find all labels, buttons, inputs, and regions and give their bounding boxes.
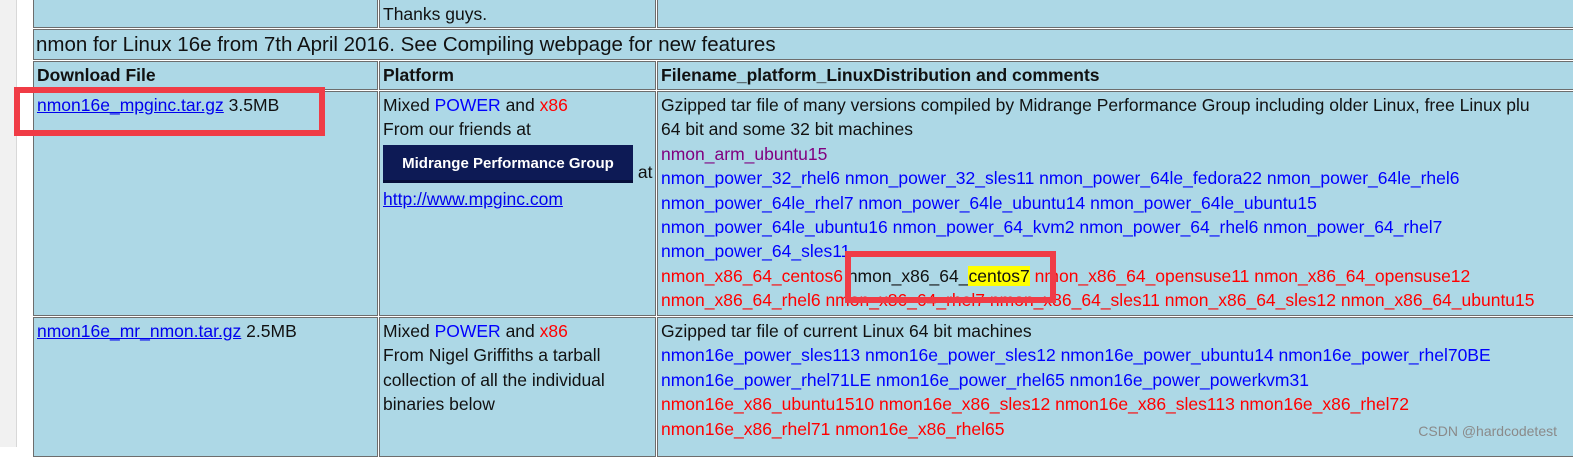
binary-link-power[interactable]: nmon16e_power_sles113 <box>661 345 860 365</box>
row1-description-line2: 64 bit and some 32 bit machines <box>661 119 913 140</box>
binary-link-x86[interactable]: nmon_x86_64_sles12 <box>1165 290 1336 310</box>
column-header-download-label: Download File <box>37 65 156 85</box>
binary-link-power[interactable]: nmon16e_power_rhel70BE <box>1279 345 1491 365</box>
binary-link-power[interactable]: nmon_power_64_rhel6 <box>1079 217 1258 237</box>
row1-filename-cell: Gzipped tar file of many versions compil… <box>657 91 1573 316</box>
section-heading-text: nmon for Linux 16e from 7th April 2016. … <box>36 33 776 56</box>
binary-link-x86[interactable]: nmon_x86_64_opensuse11 <box>1035 266 1250 286</box>
binary-link-arm[interactable]: nmon_arm_ubuntu15 <box>661 144 827 164</box>
binary-link-x86[interactable]: nmon_x86_64_centos6 <box>661 266 843 286</box>
binary-link-x86[interactable]: nmon16e_x86_rhel71 <box>661 419 830 439</box>
binary-link-power[interactable]: nmon_power_32_rhel6 <box>661 168 840 188</box>
column-header-platform-label: Platform <box>383 65 454 85</box>
binary-link-x86[interactable]: nmon16e_x86_sles12 <box>879 394 1050 414</box>
binary-link-power[interactable]: nmon_power_64le_rhel6 <box>1267 168 1460 188</box>
banner-at-text: at <box>637 161 653 182</box>
binary-link-power[interactable]: nmon16e_power_ubuntu14 <box>1061 345 1274 365</box>
platform-friends-text: From our friends at <box>383 119 531 140</box>
platform-mixed: Mixed <box>383 95 430 115</box>
column-header-filename: Filename_platform_LinuxDistribution and … <box>657 61 1573 90</box>
download-link-mpginc[interactable]: nmon16e_mpginc.tar.gz <box>37 95 224 115</box>
platform-x86: x86 <box>539 95 568 115</box>
platform-description-line: From Nigel Griffiths a tarball <box>383 345 601 366</box>
top-row-platform-cell: Thanks guys. <box>379 0 656 28</box>
top-row-download-cell <box>33 0 378 28</box>
mpginc-site-link[interactable]: http://www.mpginc.com <box>383 189 563 209</box>
row1-platform-cell: Mixed POWER and x86 From our friends at … <box>379 91 656 316</box>
column-header-platform: Platform <box>379 61 656 90</box>
binary-link-power[interactable]: nmon16e_power_rhel71LE <box>661 370 871 390</box>
binary-link-power[interactable]: nmon16e_power_powerkvm31 <box>1070 370 1309 390</box>
binary-link-x86[interactable]: nmon_x86_64_sles11 <box>990 290 1160 310</box>
platform-and: and <box>505 321 535 341</box>
centos7-link-prefix: nmon_x86_64_ <box>847 265 969 286</box>
binary-link-x86[interactable]: nmon_x86_64_ubuntu15 <box>1341 290 1535 310</box>
binary-link-x86[interactable]: nmon16e_x86_ubuntu1510 <box>661 394 874 414</box>
mpg-logo-banner: Midrange Performance Group <box>383 144 633 183</box>
binary-link-power[interactable]: nmon_power_64le_ubuntu15 <box>1090 193 1317 213</box>
left-gutter <box>0 0 17 447</box>
watermark: CSDN @hardcodetest <box>1418 423 1557 439</box>
binary-link-power[interactable]: nmon_power_64le_fedora22 <box>1039 168 1262 188</box>
platform-mixed: Mixed <box>383 321 430 341</box>
binary-link-power[interactable]: nmon_power_32_sles11 <box>845 168 1034 188</box>
platform-description-line: collection of all the individual <box>383 369 605 390</box>
binary-link-x86[interactable]: nmon_x86_64_rhel7 <box>825 290 985 310</box>
binary-link-power[interactable]: nmon_power_64_rhel7 <box>1263 217 1442 237</box>
binary-link-x86[interactable]: nmon16e_x86_rhel65 <box>835 419 1004 439</box>
column-header-filename-label: Filename_platform_LinuxDistribution and … <box>661 65 1100 85</box>
top-row-filename-cell <box>657 0 1573 28</box>
binary-link-x86[interactable]: nmon16e_x86_sles113 <box>1055 394 1235 414</box>
platform-and: and <box>505 95 535 115</box>
platform-power: POWER <box>434 321 501 341</box>
download-link-mr-nmon[interactable]: nmon16e_mr_nmon.tar.gz <box>37 321 241 341</box>
binary-link-power[interactable]: nmon_power_64le_ubuntu14 <box>859 193 1086 213</box>
binary-link-power[interactable]: nmon_power_64_kvm2 <box>893 217 1075 237</box>
binary-link-x86-centos7[interactable]: nmon_x86_64_centos7 <box>847 265 1030 286</box>
row2-description-line1: Gzipped tar file of current Linux 64 bit… <box>661 321 1032 341</box>
binary-link-x86[interactable]: nmon16e_x86_rhel72 <box>1240 394 1409 414</box>
binary-link-x86[interactable]: nmon_x86_64_rhel6 <box>661 290 821 310</box>
binary-link-power[interactable]: nmon_power_64le_ubuntu16 <box>661 217 888 237</box>
top-row-platform-text: Thanks guys. <box>383 4 488 24</box>
platform-x86: x86 <box>539 321 568 341</box>
file-size: 3.5MB <box>228 95 280 115</box>
binary-link-power[interactable]: nmon16e_power_sles12 <box>865 345 1056 365</box>
binary-link-power[interactable]: nmon_power_64le_rhel7 <box>661 193 854 213</box>
platform-description-line: binaries below <box>383 394 495 415</box>
binary-link-power[interactable]: nmon_power_64_sles11 <box>661 241 850 261</box>
section-heading: nmon for Linux 16e from 7th April 2016. … <box>33 29 1573 60</box>
file-size: 2.5MB <box>246 321 297 341</box>
row2-platform-cell: Mixed POWER and x86 From Nigel Griffiths… <box>379 317 656 457</box>
row2-download-cell: nmon16e_mr_nmon.tar.gz 2.5MB <box>33 317 378 457</box>
platform-power: POWER <box>434 95 501 115</box>
column-header-download: Download File <box>33 61 378 90</box>
centos7-highlight: centos7 <box>968 265 1030 286</box>
row1-download-cell: nmon16e_mpginc.tar.gz 3.5MB <box>33 91 378 316</box>
binary-link-power[interactable]: nmon16e_power_rhel65 <box>876 370 1065 390</box>
row1-description-line1: Gzipped tar file of many versions compil… <box>661 95 1530 115</box>
binary-link-x86[interactable]: nmon_x86_64_opensuse12 <box>1254 266 1470 286</box>
